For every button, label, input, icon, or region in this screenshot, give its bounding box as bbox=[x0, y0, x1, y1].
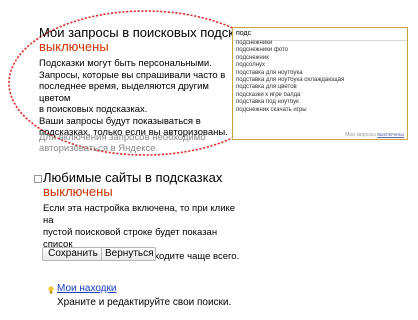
note-line: Для включения запросов необходимо bbox=[39, 132, 206, 143]
search-query: подс bbox=[236, 30, 252, 37]
description-line: последнее время, выделяются другим цвето… bbox=[39, 81, 209, 104]
suggest-item[interactable]: подсолнух bbox=[233, 62, 407, 69]
status-disabled: выключены bbox=[43, 184, 113, 199]
auth-note: Для включения запросов необходимо автори… bbox=[39, 132, 229, 154]
suggest-item[interactable]: подсказки к игре балда bbox=[233, 92, 407, 99]
suggest-item[interactable]: подставка для ноутбука bbox=[233, 70, 407, 77]
suggest-footer: Мои запросы выключены bbox=[233, 132, 404, 138]
save-button[interactable]: Сохранить bbox=[42, 247, 104, 261]
description-line: Ваши запросы будут показываться в bbox=[39, 115, 201, 127]
description-line: Если эта настройка включена, то при клик… bbox=[43, 203, 236, 226]
my-finds-description: Храните и редактируйте свои поиски. bbox=[57, 297, 232, 308]
description-line: Запросы, которые вы спрашивали часто в bbox=[39, 69, 226, 81]
suggest-item[interactable]: подставка под ноутбук bbox=[233, 99, 407, 106]
favorite-sites-checkbox[interactable] bbox=[34, 175, 42, 183]
suggest-item[interactable]: подснежник bbox=[233, 55, 407, 62]
suggest-footer-link[interactable]: выключены bbox=[377, 132, 404, 138]
status-disabled: выключены bbox=[39, 39, 109, 54]
suggest-footer-text: Мои запросы bbox=[345, 132, 376, 138]
section-description: Подсказки могут быть персональными. Запр… bbox=[39, 58, 239, 139]
my-finds-link[interactable]: Мои находки bbox=[57, 283, 116, 295]
description-line: Подсказки могут быть персональными. bbox=[39, 58, 212, 69]
suggest-item[interactable]: подснежник скачать игры bbox=[233, 107, 407, 114]
suggest-item[interactable]: подснежники bbox=[233, 40, 407, 47]
suggest-item[interactable]: подставка для ноутбука охлаждающая bbox=[233, 77, 407, 84]
suggest-item[interactable]: подставка для цветов bbox=[233, 84, 407, 91]
back-button[interactable]: Вернуться bbox=[101, 247, 156, 261]
suggest-list: подснежники подснежники фото подснежник … bbox=[233, 40, 407, 114]
lightbulb-icon bbox=[48, 286, 54, 294]
suggest-preview: подс подснежники подснежники фото подсне… bbox=[232, 27, 408, 140]
suggest-item[interactable]: подснежники фото bbox=[233, 47, 407, 54]
note-line: авторизоваться в Яндексе. bbox=[39, 143, 159, 154]
description-line: в поисковых подсказках. bbox=[39, 104, 148, 115]
